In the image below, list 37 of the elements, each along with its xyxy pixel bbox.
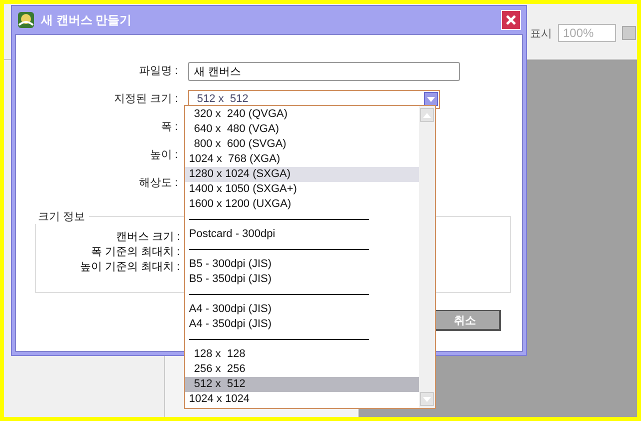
field-label: 해상도 : xyxy=(138,176,178,191)
list-option[interactable]: 320 x 240 (QVGA) xyxy=(185,107,419,122)
down-arrow-icon xyxy=(427,96,435,102)
list-option[interactable]: 1024 x 768 (XGA) xyxy=(185,152,419,167)
list-option[interactable]: 1600 x 1200 (UXGA) xyxy=(185,197,419,212)
app-icon xyxy=(17,11,35,29)
list-option[interactable]: B5 - 300dpi (JIS) xyxy=(185,257,419,272)
field-label: 파일명 : xyxy=(138,64,178,79)
info-label: 높이 기준의 최대치 : xyxy=(78,260,180,275)
list-option[interactable]: 256 x 256 xyxy=(185,362,419,377)
list-option[interactable]: Postcard - 300dpi xyxy=(185,227,419,242)
info-label: 캔버스 크기 : xyxy=(114,230,180,245)
scroll-down-button[interactable] xyxy=(420,392,434,406)
close-button[interactable] xyxy=(501,10,521,30)
field-label: 높이 : xyxy=(148,148,178,163)
scroll-up-button[interactable] xyxy=(420,108,434,122)
list-option[interactable]: 1280 x 1024 (SXGA) xyxy=(185,167,419,182)
list-option[interactable]: 800 x 600 (SVGA) xyxy=(185,137,419,152)
list-option[interactable]: B5 - 350dpi (JIS) xyxy=(185,272,419,287)
list-option[interactable]: 128 x 128 xyxy=(185,347,419,362)
window-title: 새 캔버스 만들기 xyxy=(41,12,133,28)
zoom-label: 표시 xyxy=(530,26,552,40)
filename-field[interactable]: 새 캔버스 xyxy=(188,62,460,80)
field-label: 지정된 크기 : xyxy=(112,92,178,107)
list-option[interactable]: A4 - 300dpi (JIS) xyxy=(185,302,419,317)
list-option[interactable]: A4 - 350dpi (JIS) xyxy=(185,317,419,332)
group-title: 크기 정보 xyxy=(37,210,86,224)
field-label: 폭 : xyxy=(160,120,178,135)
close-icon xyxy=(505,14,517,26)
list-option[interactable]: 640 x 480 (VGA) xyxy=(185,122,419,137)
list-option[interactable]: 1400 x 1050 (SXGA+) xyxy=(185,182,419,197)
down-arrow-icon xyxy=(423,396,431,402)
list-option[interactable]: 1024 x 1024 xyxy=(185,392,419,407)
list-option[interactable]: 512 x 512 xyxy=(185,377,419,392)
up-arrow-icon xyxy=(423,112,431,118)
dropdown-button[interactable] xyxy=(622,26,636,40)
info-label: 폭 기준의 최대치 : xyxy=(90,245,180,260)
